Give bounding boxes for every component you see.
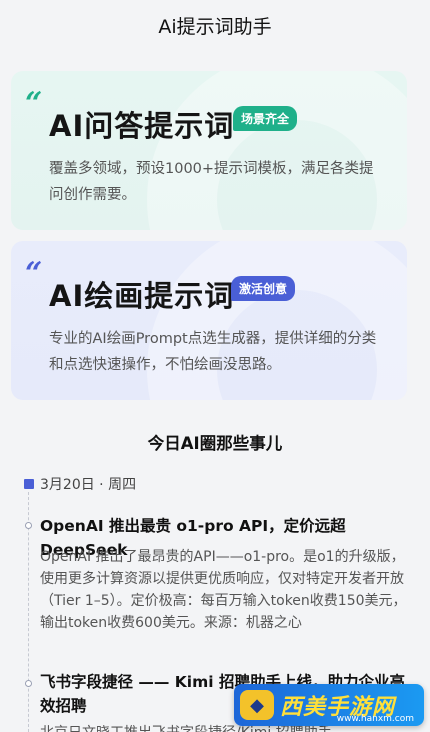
news-date: 3月20日 · 周四 bbox=[40, 477, 137, 493]
news-date-row: 3月20日 · 周四 bbox=[24, 474, 136, 494]
draw-card-badge: 激活创意 bbox=[231, 276, 296, 301]
qa-card-badge: 场景齐全 bbox=[233, 106, 298, 131]
quote-icon: “ bbox=[25, 86, 43, 121]
qa-card-title: AI问答提示词 bbox=[49, 109, 235, 143]
watermark-url: www.hanxm.com bbox=[336, 714, 414, 724]
quote-icon: “ bbox=[25, 256, 43, 291]
date-marker-icon bbox=[24, 479, 34, 489]
draw-card-description: 专业的AI绘画Prompt点选生成器，提供详细的分类和点选快速操作，不怕绘画没思… bbox=[49, 331, 377, 373]
qa-prompt-card[interactable]: “ AI问答提示词 场景齐全 覆盖多领域，预设1000+提示词模板，满足各类提问… bbox=[11, 71, 407, 230]
draw-prompt-card[interactable]: “ AI绘画提示词 激活创意 专业的AI绘画Prompt点选生成器，提供详细的分… bbox=[11, 241, 407, 400]
news-item-body[interactable]: OpenAI 推出了最昂贵的API——o1-pro。是o1的升级版，使用更多计算… bbox=[40, 546, 408, 634]
qa-card-description: 覆盖多领域，预设1000+提示词模板，满足各类提问创作需要。 bbox=[49, 161, 374, 203]
timeline-dot bbox=[25, 680, 32, 687]
timeline-dot bbox=[25, 522, 32, 529]
gamepad-icon: ◆ bbox=[240, 690, 274, 720]
news-section-title: 今日AI圈那些事儿 bbox=[147, 434, 283, 453]
site-watermark: ◆ 西美手游网 www.hanxm.com bbox=[234, 684, 424, 726]
app-header: Ai提示词助手 bbox=[0, 0, 430, 50]
draw-card-title: AI绘画提示词 bbox=[49, 279, 235, 313]
page-title: Ai提示词助手 bbox=[158, 15, 272, 38]
